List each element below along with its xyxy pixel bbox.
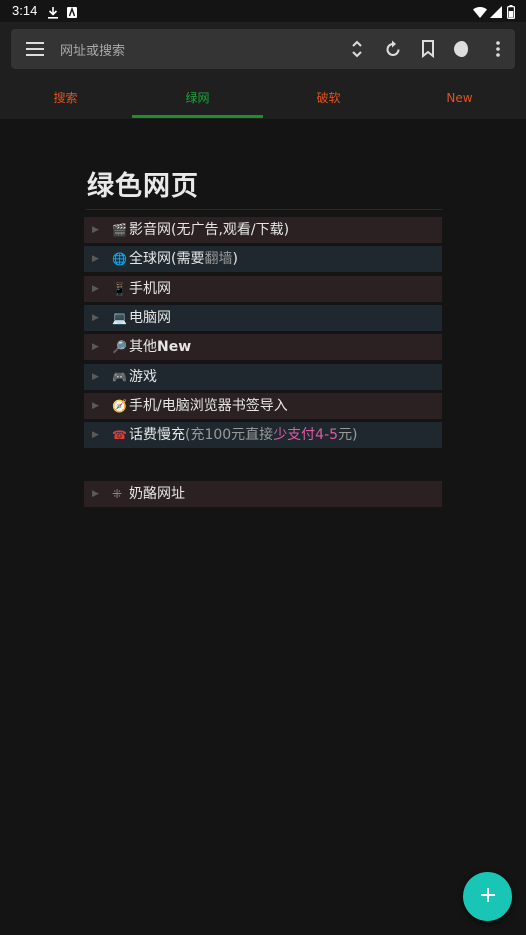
list-item-video[interactable]: ▶ 🎬 影音网(无广告,观看/下载): [84, 217, 442, 243]
title-divider: [86, 209, 442, 210]
menu-icon[interactable]: [23, 37, 47, 61]
list-item-other[interactable]: ▶ 🔎 其他New: [84, 334, 442, 360]
tab-green-web[interactable]: 绿网: [132, 78, 263, 119]
list-item-label: 其他New: [129, 339, 192, 355]
list-item-games[interactable]: ▶ 🎮 游戏: [84, 364, 442, 390]
battery-icon: [507, 4, 516, 23]
expand-arrow-icon: ▶: [92, 342, 99, 352]
magnifier-icon: 🔎: [112, 340, 127, 354]
bookmark-icon[interactable]: [416, 37, 440, 61]
address-bar[interactable]: 网址或搜索: [11, 29, 515, 69]
globe-icon: 🌐: [112, 252, 127, 266]
compass-icon: 🧭: [112, 399, 127, 413]
expand-arrow-icon: ▶: [92, 372, 99, 382]
tab-search[interactable]: 搜索: [0, 78, 131, 119]
status-bar: 3:14: [0, 0, 526, 22]
list-item-label: 手机/电脑浏览器书签导入: [129, 398, 288, 414]
expand-arrow-icon: ▶: [92, 401, 99, 411]
tab-cracked-software[interactable]: 破软: [263, 78, 394, 119]
tab-bar: 搜索 绿网 破软 New: [0, 78, 526, 119]
list-item-label: 全球网(需要翻墙): [129, 251, 238, 267]
list-item-global-web[interactable]: ▶ 🌐 全球网(需要翻墙): [84, 246, 442, 272]
list-item-label: 影音网(无广告,观看/下载): [129, 222, 290, 238]
add-fab-button[interactable]: [463, 872, 512, 921]
toolbar: 网址或搜索: [0, 22, 526, 78]
clapper-icon: 🎬: [112, 223, 127, 237]
tab-new[interactable]: New: [394, 78, 525, 119]
night-mode-icon[interactable]: [451, 37, 475, 61]
expand-arrow-icon: ▶: [92, 313, 99, 323]
expand-arrow-icon: ▶: [92, 284, 99, 294]
list-item-label: 电脑网: [129, 310, 171, 326]
page-title: 绿色网页: [87, 171, 199, 202]
list-item-cheese-url[interactable]: ▶ ⁜ 奶酪网址: [84, 481, 442, 507]
list-item-label: 手机网: [129, 281, 171, 297]
laptop-icon: 💻: [112, 311, 127, 325]
expand-arrow-icon: ▶: [92, 225, 99, 235]
reload-icon[interactable]: [381, 37, 405, 61]
telephone-icon: ☎: [112, 428, 127, 442]
expand-collapse-icon[interactable]: [345, 37, 369, 61]
list-item-phone-recharge[interactable]: ▶ ☎ 话费慢充(充100元直接少支付4-5元): [84, 422, 442, 448]
phone-icon: 📱: [112, 282, 127, 296]
status-time: 3:14: [12, 3, 38, 18]
gamepad-icon: 🎮: [112, 370, 127, 384]
list-item-pc-web[interactable]: ▶ 💻 电脑网: [84, 305, 442, 331]
download-icon: [47, 4, 59, 23]
more-options-icon[interactable]: [486, 37, 510, 61]
list-item-label: 游戏: [129, 369, 157, 385]
cheese-icon: ⁜: [112, 487, 123, 501]
list-item-bookmark-import[interactable]: ▶ 🧭 手机/电脑浏览器书签导入: [84, 393, 442, 419]
list-item-label: 奶酪网址: [129, 486, 185, 502]
list-item-label: 话费慢充(充100元直接少支付4-5元): [129, 427, 358, 443]
page-content: 绿色网页 ▶ 🎬 影音网(无广告,观看/下载) ▶ 🌐 全球网(需要翻墙) ▶ …: [0, 119, 526, 935]
expand-arrow-icon: ▶: [92, 430, 99, 440]
wifi-icon: [473, 4, 487, 23]
expand-arrow-icon: ▶: [92, 489, 99, 499]
plus-icon: [480, 887, 496, 907]
app-notification-icon: [66, 4, 78, 23]
active-tab-indicator: [132, 115, 263, 118]
list-item-mobile-web[interactable]: ▶ 📱 手机网: [84, 276, 442, 302]
address-input[interactable]: 网址或搜索: [60, 40, 125, 59]
cell-signal-icon: [490, 4, 502, 23]
expand-arrow-icon: ▶: [92, 254, 99, 264]
